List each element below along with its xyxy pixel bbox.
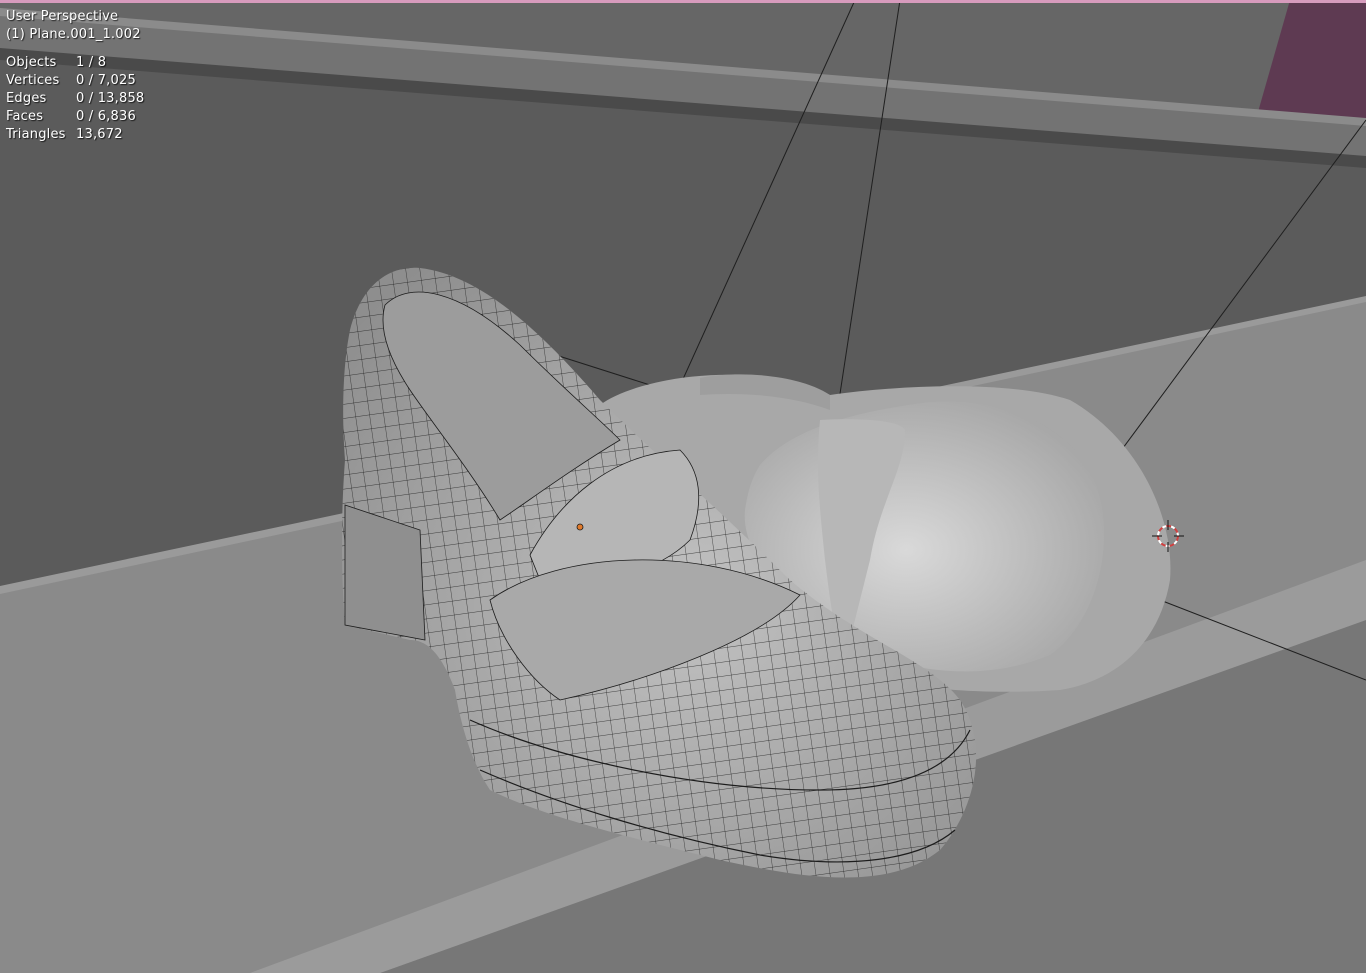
stat-value: 1 / 8	[76, 55, 107, 70]
viewport-text-overlay: User Perspective (1) Plane.001_1.002 Obj…	[6, 8, 144, 144]
scene-canvas[interactable]	[0, 0, 1366, 973]
stat-triangles: Triangles 13,672	[6, 126, 144, 144]
stat-value: 0 / 7,025	[76, 73, 136, 88]
stat-objects: Objects 1 / 8	[6, 54, 144, 72]
stat-faces: Faces 0 / 6,836	[6, 108, 144, 126]
stat-value: 0 / 6,836	[76, 109, 136, 124]
active-object-name: (1) Plane.001_1.002	[6, 27, 141, 42]
stat-edges: Edges 0 / 13,858	[6, 90, 144, 108]
editor-top-border	[0, 0, 1366, 3]
stat-value: 13,672	[76, 127, 123, 142]
origin-point-icon[interactable]	[576, 523, 584, 531]
stat-label: Vertices	[6, 73, 60, 88]
stat-label: Faces	[6, 109, 44, 124]
view-name: User Perspective	[6, 9, 119, 24]
3d-viewport[interactable]: User Perspective (1) Plane.001_1.002 Obj…	[0, 0, 1366, 973]
stat-vertices: Vertices 0 / 7,025	[6, 72, 144, 90]
stat-label: Triangles	[6, 127, 66, 142]
stat-value: 0 / 13,858	[76, 91, 145, 106]
stat-label: Objects	[6, 55, 57, 70]
stat-label: Edges	[6, 91, 47, 106]
